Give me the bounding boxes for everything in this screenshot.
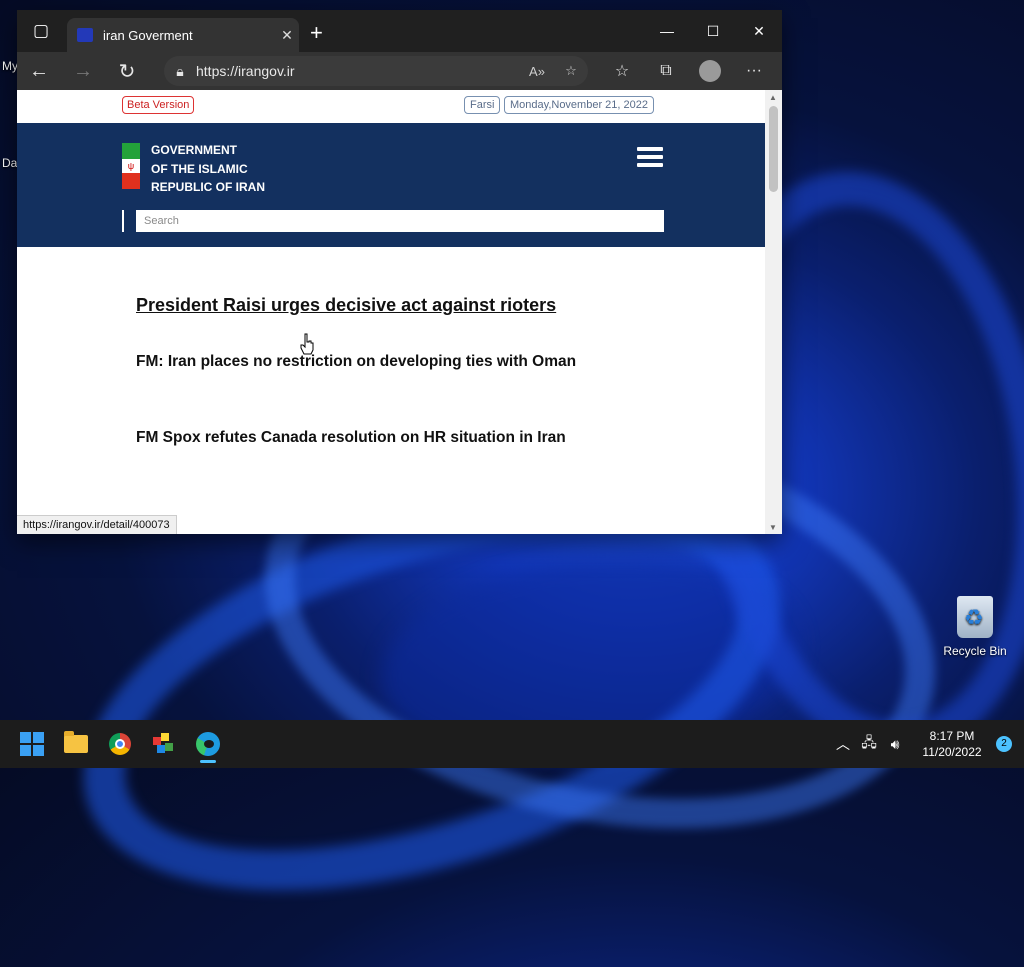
menu-hamburger-icon[interactable] <box>637 147 663 171</box>
scroll-up-icon[interactable]: ▲ <box>769 93 777 102</box>
chrome-icon <box>109 733 131 755</box>
beta-version-badge[interactable]: Beta Version <box>122 96 195 114</box>
add-favorite-icon[interactable]: ☆ <box>554 63 588 79</box>
app-launcher-button[interactable] <box>142 720 186 768</box>
site-favicon-icon <box>77 28 93 42</box>
tab-title: iran Goverment <box>103 27 193 43</box>
lock-icon[interactable]: 🔒︎ <box>164 63 196 80</box>
taskbar: ︿ 🖧︎ 🔊︎ 8:17 PM 11/20/2022 2 <box>0 720 1024 768</box>
address-bar[interactable]: 🔒︎ https://irangov.ir A» ☆ <box>164 56 588 86</box>
scrollbar-thumb[interactable] <box>769 106 778 192</box>
browser-window: ▢ iran Goverment ✕ + — ☐ ✕ ← → ↻ 🔒︎ http… <box>17 10 782 534</box>
close-window-icon[interactable]: ✕ <box>736 10 782 52</box>
refresh-icon[interactable]: ↻ <box>105 52 149 90</box>
edge-icon <box>196 732 220 756</box>
government-title[interactable]: GOVERNMENT OF THE ISLAMIC REPUBLIC OF IR… <box>151 141 265 197</box>
top-strip: Beta Version Farsi Monday,November 21, 2… <box>17 90 765 123</box>
collections-icon[interactable]: ⧉ <box>644 62 688 80</box>
app-icon <box>153 733 175 755</box>
page-viewport: Beta Version Farsi Monday,November 21, 2… <box>17 90 765 534</box>
address-url[interactable]: https://irangov.ir <box>196 63 520 79</box>
headline-link[interactable]: President Raisi urges decisive act again… <box>136 295 556 316</box>
network-icon[interactable]: 🖧︎ <box>856 732 882 756</box>
notification-badge[interactable]: 2 <box>996 736 1012 752</box>
site-header: ψ GOVERNMENT OF THE ISLAMIC REPUBLIC OF … <box>17 123 765 247</box>
scroll-down-icon[interactable]: ▼ <box>769 523 777 532</box>
farsi-language-button[interactable]: Farsi <box>464 96 501 114</box>
maximize-icon[interactable]: ☐ <box>690 10 736 52</box>
favorites-icon[interactable]: ☆ <box>600 61 644 81</box>
gov-title-line: REPUBLIC OF IRAN <box>151 180 265 194</box>
profile-avatar[interactable] <box>688 60 732 82</box>
gov-title-line: OF THE ISLAMIC <box>151 161 248 176</box>
browser-toolbar: ← → ↻ 🔒︎ https://irangov.ir A» ☆ ☆ ⧉ ··· <box>17 52 782 90</box>
search-bar <box>122 210 664 232</box>
close-tab-icon[interactable]: ✕ <box>275 27 299 44</box>
desktop-icon-label-my[interactable]: My <box>2 59 18 73</box>
edge-button[interactable] <box>186 720 230 768</box>
more-menu-icon[interactable]: ··· <box>732 62 776 80</box>
headline-link[interactable]: FM Spox refutes Canada resolution on HR … <box>136 429 566 447</box>
start-button[interactable] <box>10 720 54 768</box>
clock-time: 8:17 PM <box>929 729 975 743</box>
tab-actions-icon[interactable]: ▢ <box>17 10 65 52</box>
date-badge: Monday,November 21, 2022 <box>504 96 654 114</box>
recycle-bin-icon <box>957 596 993 638</box>
read-aloud-icon[interactable]: A» <box>520 64 554 79</box>
page-scrollbar[interactable]: ▲ ▼ <box>765 90 782 534</box>
desktop-icon-label-da[interactable]: Da <box>2 156 17 170</box>
iran-flag-icon[interactable]: ψ <box>122 143 140 189</box>
browser-tab[interactable]: iran Goverment ✕ <box>67 18 299 52</box>
system-tray: ︿ 🖧︎ 🔊︎ 8:17 PM 11/20/2022 2 <box>830 720 1024 768</box>
folder-icon <box>64 731 88 753</box>
status-bar-url: https://irangov.ir/detail/400073 <box>17 515 177 534</box>
headline-link[interactable]: FM: Iran places no restriction on develo… <box>136 353 576 371</box>
toolbar-right-tools: ☆ ⧉ ··· <box>600 52 776 90</box>
clock-date: 11/20/2022 <box>922 745 982 759</box>
gov-title-line: GOVERNMENT <box>151 143 238 157</box>
chrome-button[interactable] <box>98 720 142 768</box>
recycle-bin[interactable]: Recycle Bin <box>940 596 1010 658</box>
clock[interactable]: 8:17 PM 11/20/2022 <box>912 728 992 760</box>
recycle-bin-label: Recycle Bin <box>943 644 1007 658</box>
search-input[interactable] <box>136 210 664 232</box>
new-tab-icon[interactable]: + <box>310 22 323 44</box>
minimize-icon[interactable]: — <box>644 10 690 52</box>
title-bar: ▢ iran Goverment ✕ + — ☐ ✕ <box>17 10 782 52</box>
windows-logo-icon <box>20 732 44 756</box>
back-icon[interactable]: ← <box>17 52 61 90</box>
chevron-up-icon[interactable]: ︿ <box>830 734 856 754</box>
file-explorer-button[interactable] <box>54 720 98 768</box>
forward-icon[interactable]: → <box>61 52 105 90</box>
hand-cursor-icon <box>300 333 314 355</box>
volume-icon[interactable]: 🔊︎ <box>882 736 908 753</box>
window-controls: — ☐ ✕ <box>644 10 782 52</box>
